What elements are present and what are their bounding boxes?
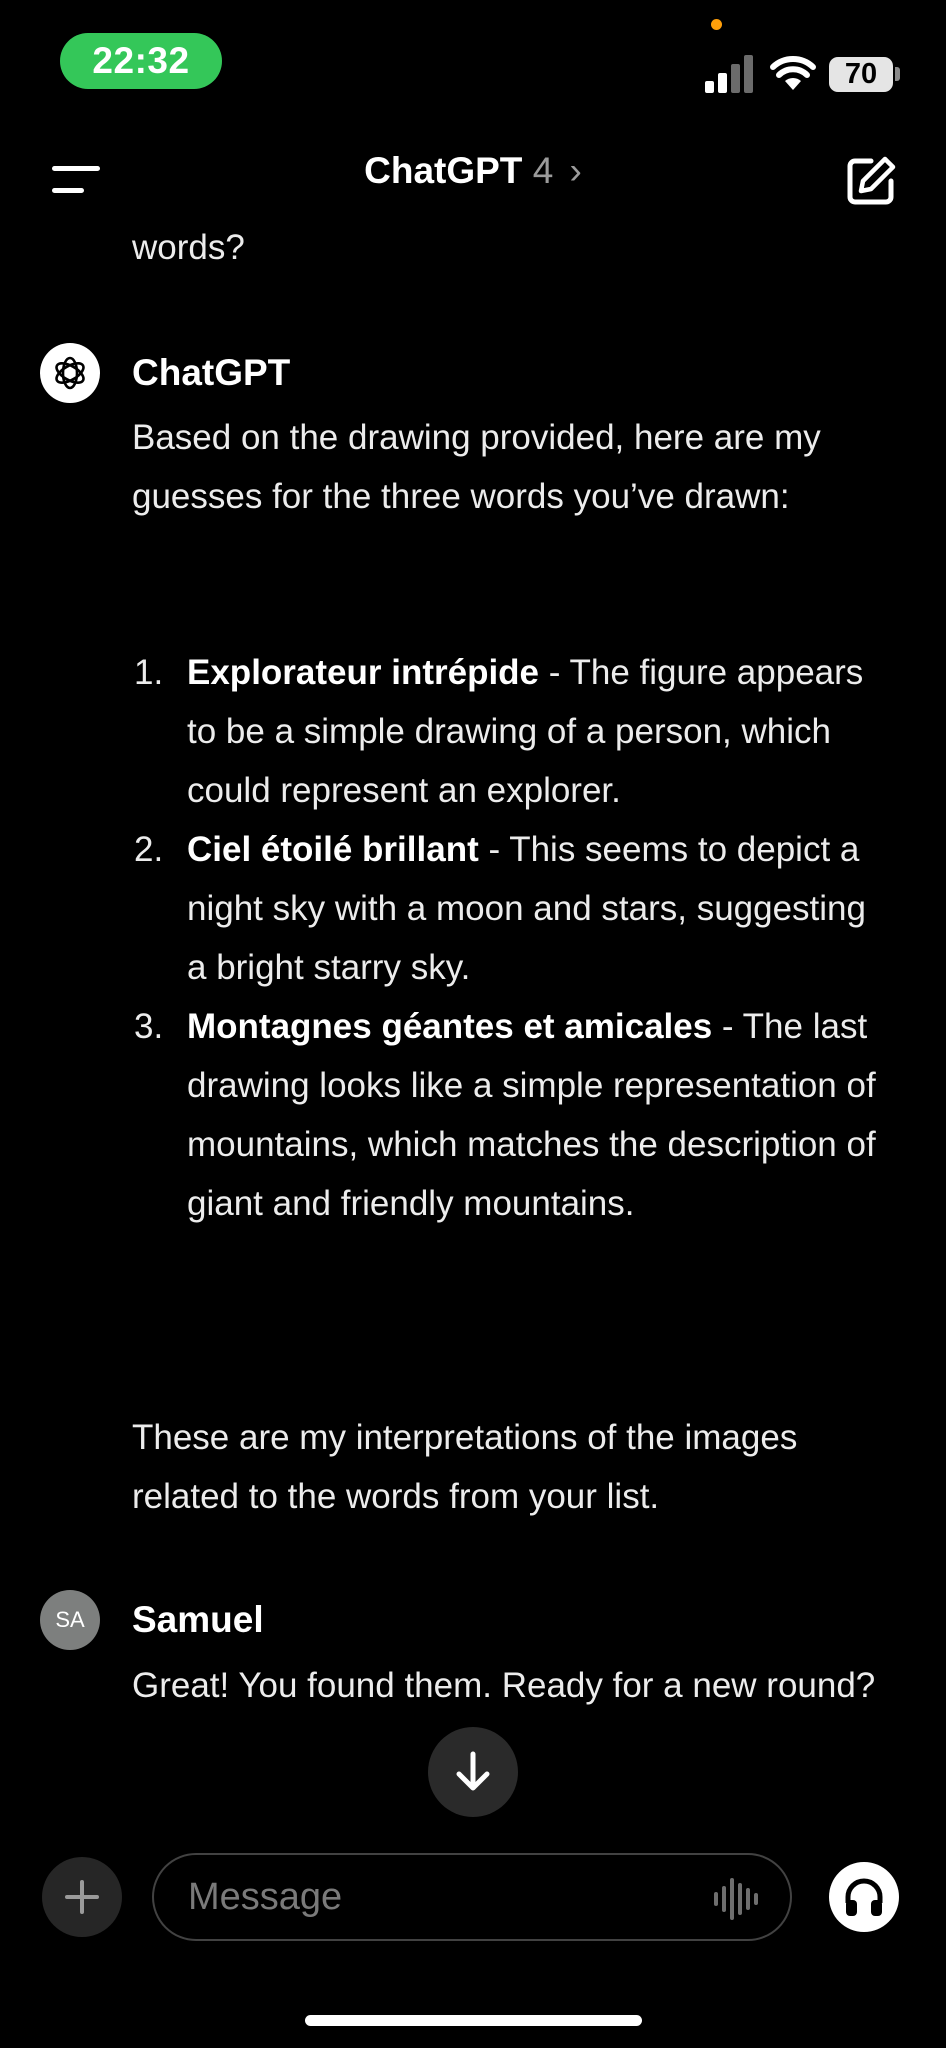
list-item: 3. Montagnes géantes et amicales - The l… xyxy=(132,997,892,1233)
assistant-intro-text: Based on the drawing provided, here are … xyxy=(132,418,821,516)
chevron-right-icon: › xyxy=(569,150,582,191)
voice-mode-button[interactable] xyxy=(829,1862,899,1932)
home-indicator[interactable] xyxy=(305,2015,642,2026)
list-item-title: Explorateur intrépide xyxy=(187,653,540,692)
chat-screen: 22:32 70 ChatGPT 4 › words? ChatGPT Base… xyxy=(0,0,946,2048)
assistant-header: ChatGPT xyxy=(40,342,290,404)
guess-list: 1. Explorateur intrépide - The figure ap… xyxy=(132,643,892,1233)
wifi-icon xyxy=(770,56,816,90)
signal-icon xyxy=(705,55,753,93)
avatar: SA xyxy=(40,1590,100,1650)
plus-icon xyxy=(65,1880,99,1914)
headphones-icon xyxy=(845,1878,883,1916)
nav-title: ChatGPT xyxy=(364,150,523,191)
message-input-container[interactable] xyxy=(152,1853,792,1941)
status-time: 22:32 xyxy=(60,33,222,89)
message-input[interactable] xyxy=(186,1874,690,1920)
user-message-text: Great! You found them. Ready for a new r… xyxy=(132,1666,876,1705)
list-number: 1. xyxy=(134,653,164,692)
list-item: 2. Ciel étoilé brillant - This seems to … xyxy=(132,820,892,997)
assistant-name: ChatGPT xyxy=(132,352,291,393)
previous-message-text: words? xyxy=(132,228,245,267)
battery-nub xyxy=(895,67,900,81)
arrow-down-icon xyxy=(456,1751,490,1791)
list-item: 1. Explorateur intrépide - The figure ap… xyxy=(132,643,892,820)
model-version: 4 xyxy=(532,150,554,191)
user-header: SA Samuel xyxy=(40,1589,264,1651)
compose-icon[interactable] xyxy=(845,155,897,207)
chatgpt-logo-icon xyxy=(40,343,100,403)
list-item-title: Ciel étoilé brillant xyxy=(187,830,479,869)
scroll-to-bottom-button[interactable] xyxy=(428,1727,518,1817)
waveform-icon[interactable] xyxy=(712,1877,760,1921)
add-attachment-button[interactable] xyxy=(42,1857,122,1937)
model-selector[interactable]: ChatGPT 4 › xyxy=(0,150,946,192)
camera-indicator-dot xyxy=(711,19,722,30)
list-number: 3. xyxy=(134,1007,164,1046)
battery-icon: 70 xyxy=(829,57,893,92)
list-number: 2. xyxy=(134,830,164,869)
list-item-title: Montagnes géantes et amicales xyxy=(187,1007,713,1046)
user-name: Samuel xyxy=(132,1599,264,1640)
assistant-outro-text: These are my interpretations of the imag… xyxy=(132,1418,798,1516)
